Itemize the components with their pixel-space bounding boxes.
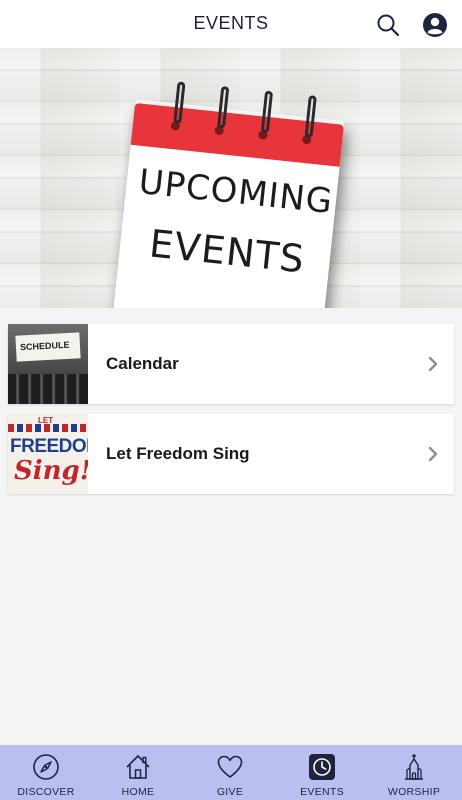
top-bar: EVENTS <box>0 0 462 48</box>
home-icon <box>126 755 150 779</box>
clock-icon <box>309 754 335 780</box>
search-icon[interactable] <box>376 13 400 37</box>
event-label: Calendar <box>106 354 179 373</box>
event-card-calendar[interactable]: SCHEDULE Calendar <box>8 324 454 404</box>
chevron-right-icon <box>428 446 438 462</box>
profile-icon[interactable] <box>422 12 448 38</box>
tab-events[interactable]: EVENTS <box>276 745 368 800</box>
calendar-thumbnail: SCHEDULE <box>8 324 88 404</box>
tab-discover[interactable]: DISCOVER <box>0 745 92 800</box>
bottom-tab-bar: DISCOVER HOME GIVE EVENTS WORSHIP <box>0 745 462 800</box>
chevron-right-icon <box>428 356 438 372</box>
heart-icon <box>217 755 243 778</box>
church-icon <box>405 754 423 780</box>
hero-banner: UPCOMING EVENTS <box>0 48 462 308</box>
event-label: Let Freedom Sing <box>106 444 250 463</box>
event-card-let-freedom-sing[interactable]: LET FREEDOM Sing! Let Freedom Sing <box>8 414 454 494</box>
tab-home[interactable]: HOME <box>92 745 184 800</box>
tab-give[interactable]: GIVE <box>184 745 276 800</box>
calendar-pad-illustration: UPCOMING EVENTS <box>112 69 358 308</box>
tab-worship[interactable]: WORSHIP <box>368 745 460 800</box>
compass-icon <box>33 754 59 780</box>
freedom-sing-thumbnail: LET FREEDOM Sing! <box>8 414 88 494</box>
